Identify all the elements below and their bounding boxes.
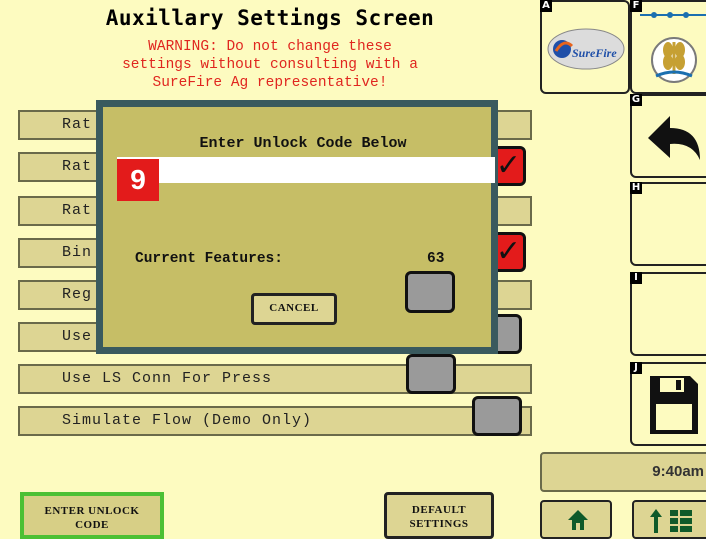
unlock-button-label-line-2: CODE: [75, 519, 109, 531]
unlock-code-dialog: Enter Unlock Code Below 9 Current Featur…: [96, 100, 498, 354]
current-features-label: Current Features:: [135, 251, 283, 267]
warning-line-2: settings without consulting with a: [122, 57, 418, 73]
softkey-letter: H: [630, 182, 642, 194]
back-arrow-icon: [648, 116, 700, 160]
default-settings-button[interactable]: DEFAULT SETTINGS: [384, 492, 494, 539]
save-disk-icon: [650, 376, 698, 434]
setting-row-label: Rat: [62, 202, 93, 219]
unlock-code-input[interactable]: [117, 157, 495, 183]
seed-crop-icon: [651, 37, 697, 83]
checkmark-icon: ✓: [495, 148, 521, 183]
cancel-button[interactable]: CANCEL: [251, 293, 337, 325]
setting-row-label: Rat: [62, 116, 93, 133]
softkey-a[interactable]: A SureFire: [540, 0, 630, 94]
softkey-f[interactable]: F: [630, 0, 712, 94]
current-features-value: 63: [427, 251, 445, 267]
menu-grid-icon: [650, 509, 692, 533]
page-title: Auxillary Settings Screen: [105, 6, 435, 30]
softkey-letter: A: [540, 0, 552, 12]
setting-row-label: Bin: [62, 244, 93, 261]
enter-unlock-code-button[interactable]: ENTER UNLOCK CODE: [20, 492, 164, 539]
setting-row-label: Use LS Conn For Press: [62, 370, 273, 387]
softkey-g-back[interactable]: G: [630, 94, 712, 178]
setting-checkbox[interactable]: [472, 396, 522, 436]
default-button-label-line-1: DEFAULT: [411, 504, 467, 516]
screen-frame-edge: [706, 0, 712, 539]
setting-row[interactable]: Simulate Flow (Demo Only): [18, 406, 532, 436]
setting-row-label: Reg: [62, 286, 93, 303]
auxillary-settings-screen: Auxillary Settings Screen WARNING: Do no…: [0, 0, 712, 539]
default-button-label-line-2: SETTINGS: [409, 518, 469, 530]
softkey-letter: G: [630, 94, 642, 106]
home-button[interactable]: [540, 500, 612, 539]
surefire-logo-text: SureFire: [572, 46, 617, 60]
step-badge: 9: [117, 159, 159, 201]
toolbar-dots-icon: [640, 12, 706, 18]
setting-row-label: Rat: [62, 158, 93, 175]
warning-line-1: WARNING: Do not change these: [148, 39, 392, 55]
dialog-heading: Enter Unlock Code Below: [199, 135, 407, 152]
setting-row-label: Simulate Flow (Demo Only): [62, 412, 313, 429]
softkey-j-save[interactable]: J: [630, 362, 712, 446]
setting-checkbox[interactable]: [406, 354, 456, 394]
softkey-i[interactable]: I: [630, 272, 712, 356]
warning-line-3: SureFire Ag representative!: [152, 75, 388, 91]
menu-button[interactable]: [632, 500, 712, 539]
setting-row-label: Use: [62, 328, 93, 345]
clock-time: 9:40am: [540, 452, 712, 492]
features-checkbox[interactable]: [405, 271, 455, 313]
unlock-button-label-line-1: ENTER UNLOCK: [44, 505, 140, 517]
softkey-letter: I: [630, 272, 642, 284]
checkmark-icon: ✓: [495, 234, 521, 269]
softkey-letter: J: [630, 362, 642, 374]
home-icon: [568, 510, 588, 530]
softkey-h[interactable]: H: [630, 182, 712, 266]
